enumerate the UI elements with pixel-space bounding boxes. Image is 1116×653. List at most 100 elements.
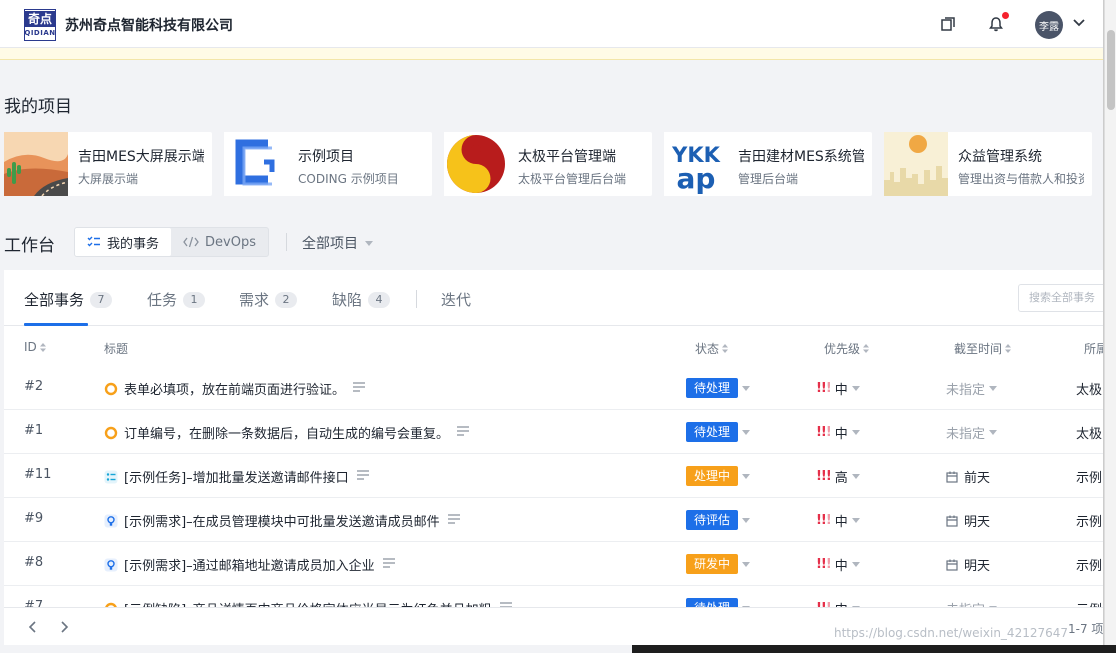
column-header-status[interactable]: 状态 [695,340,729,357]
row-title[interactable]: [示例需求]–在成员管理模块中可批量发送邀请成员邮件 [104,511,460,530]
row-status[interactable]: 待处理 [686,378,751,398]
row-status[interactable]: 待处理 [686,422,751,442]
row-priority[interactable]: !!!中 [816,423,860,442]
priority-text: 高 [834,471,848,486]
caret-down-icon [742,381,751,396]
seg-my-tasks[interactable]: 我的事务 [75,228,172,256]
chevron-down-icon[interactable] [1073,19,1085,27]
row-priority[interactable]: !!!中 [816,379,860,398]
row-title[interactable]: [示例任务]–增加批量发送邀请邮件接口 [104,467,369,486]
tasks-panel: 全部事务 7 任务 1 需求 2 缺陷 4 迭代 搜索全部事务 ID 标题 状态… [4,270,1104,645]
calendar-icon [946,471,964,483]
header-label: 所属 [1084,342,1103,356]
row-title-text: [示例任务]–增加批量发送邀请邮件接口 [124,471,349,486]
tab-tasks[interactable]: 任务 1 [147,289,206,310]
row-priority[interactable]: !!!中 [816,511,860,530]
vertical-scrollbar[interactable] [1104,0,1116,653]
scrollbar-thumb[interactable] [1107,30,1115,110]
requirement-bulb-icon [104,514,118,528]
row-owner: 太极 [1076,427,1103,442]
status-badge: 处理中 [686,466,739,486]
code-icon [183,236,199,248]
row-due[interactable]: 前天 [946,467,990,486]
tab-label: 全部事务 [24,291,85,309]
column-header-due[interactable]: 截至时间 [954,340,1012,357]
description-lines-icon [356,469,369,484]
copy-icon[interactable] [940,16,956,32]
project-name: 众益管理系统 [958,149,1042,165]
description-lines-icon [382,557,395,572]
row-priority[interactable]: !!! 高 [816,467,860,486]
chevron-left-icon[interactable] [28,620,38,634]
caret-down-icon [851,469,860,484]
status-badge: 待处理 [686,378,739,398]
project-card[interactable]: 示例项目 CODING 示例项目 [224,132,432,196]
chevron-right-icon[interactable] [59,620,69,634]
project-desc: 管理后台端 [738,172,799,186]
column-header-priority[interactable]: 优先级 [824,340,870,357]
search-input[interactable]: 搜索全部事务 [1018,284,1103,312]
company-logo[interactable]: 奇点 QIDIAN [24,9,56,41]
row-title[interactable]: 表单必填项，放在前端页面进行验证。 [104,379,366,398]
project-card[interactable]: 吉田MES大屏展示端 大屏展示端 [4,132,212,196]
tab-iterations[interactable]: 迭代 [441,289,471,310]
table-row[interactable]: #8 [示例需求]–通过邮箱地址邀请成员加入企业 研发中!!! 中明天 示例 [4,542,1103,586]
all-projects-dropdown[interactable]: 全部项目 [302,233,374,253]
logo-subtext: QIDIAN [24,29,56,37]
tab-all-tasks[interactable]: 全部事务 7 [24,289,113,310]
project-thumbnail-city [884,132,948,196]
row-status[interactable]: 待评估 [686,510,751,530]
watermark: https://blog.csdn.net/weixin_42127647 [834,626,1069,640]
row-status[interactable]: 处理中 [686,466,751,486]
header-label: 状态 [695,342,720,356]
row-priority[interactable]: !!!中 [816,555,860,574]
table-row[interactable]: #1 订单编号，在删除一条数据后，自动生成的编号会重复。 待处理 !!! 中 未指定 太极 [4,410,1103,454]
table-row[interactable]: #9 [示例需求]–在成员管理模块中可批量发送邀请成员邮件 待评估!!! 中明天 示例 [4,498,1103,542]
row-title-text: [示例需求]–通过邮箱地址邀请成员加入企业 [124,559,375,574]
caret-down-icon [742,469,751,484]
table-row[interactable]: #2 表单必填项，放在前端页面进行验证。 待处理!!! 中未指定 太极 [4,366,1103,410]
tab-requirements[interactable]: 需求 2 [239,289,298,310]
row-due[interactable]: 未指定 [946,423,998,442]
tab-label: 缺陷 [332,291,363,309]
row-status[interactable]: 研发中 [686,554,751,574]
project-card[interactable]: 众益管理系统 管理出资与借款人和投资 [884,132,1092,196]
row-id: #2 [24,379,44,394]
seg-devops[interactable]: DevOps [171,228,268,256]
calendar-icon [946,559,964,571]
description-lines-icon [353,381,366,396]
row-due[interactable]: 明天 [946,511,990,530]
row-due[interactable]: 明天 [946,555,990,574]
due-text: 前天 [964,471,991,486]
project-thumbnail-desert [4,132,68,196]
seg-devops-label: DevOps [205,234,256,250]
user-avatar[interactable]: 李露 [1035,11,1063,39]
pagination-count: 1-7 项 [1068,622,1104,636]
tab-count-badge: 4 [368,291,391,308]
description-lines-icon [447,513,460,528]
table-row[interactable]: #11 [示例任务]–增加批量发送邀请邮件接口 处理中!!! 高前天 示例 [4,454,1103,498]
caret-down-icon [851,513,860,528]
row-owner: 示例 [1076,515,1103,530]
column-header-id[interactable]: ID [24,340,46,354]
project-card[interactable]: 太极平台管理端 太极平台管理后台端 [444,132,652,196]
bell-icon[interactable] [988,16,1004,32]
priority-exclamation-icon: !!! [816,557,832,572]
project-desc: 太极平台管理后台端 [518,172,627,186]
row-id: #1 [24,423,44,438]
project-name: 吉田建材MES系统管理 [738,149,864,165]
caret-down-icon [989,425,998,440]
row-title[interactable]: 订单编号，在删除一条数据后，自动生成的编号会重复。 [104,423,470,442]
row-due[interactable]: 未指定 [946,379,998,398]
project-card[interactable]: YKK ap 吉田建材MES系统管理 管理后台端 [664,132,872,196]
project-desc: CODING 示例项目 [298,172,399,186]
calendar-icon [946,515,964,527]
header-label: 标题 [104,342,129,356]
project-thumbnail-taiji [444,132,508,196]
row-title-text: [示例需求]–在成员管理模块中可批量发送邀请成员邮件 [124,515,440,530]
header-label: 优先级 [824,342,861,356]
row-title[interactable]: [示例需求]–通过邮箱地址邀请成员加入企业 [104,555,395,574]
row-id: #11 [24,467,52,482]
tab-defects[interactable]: 缺陷 4 [332,289,391,310]
row-id: #8 [24,555,44,570]
